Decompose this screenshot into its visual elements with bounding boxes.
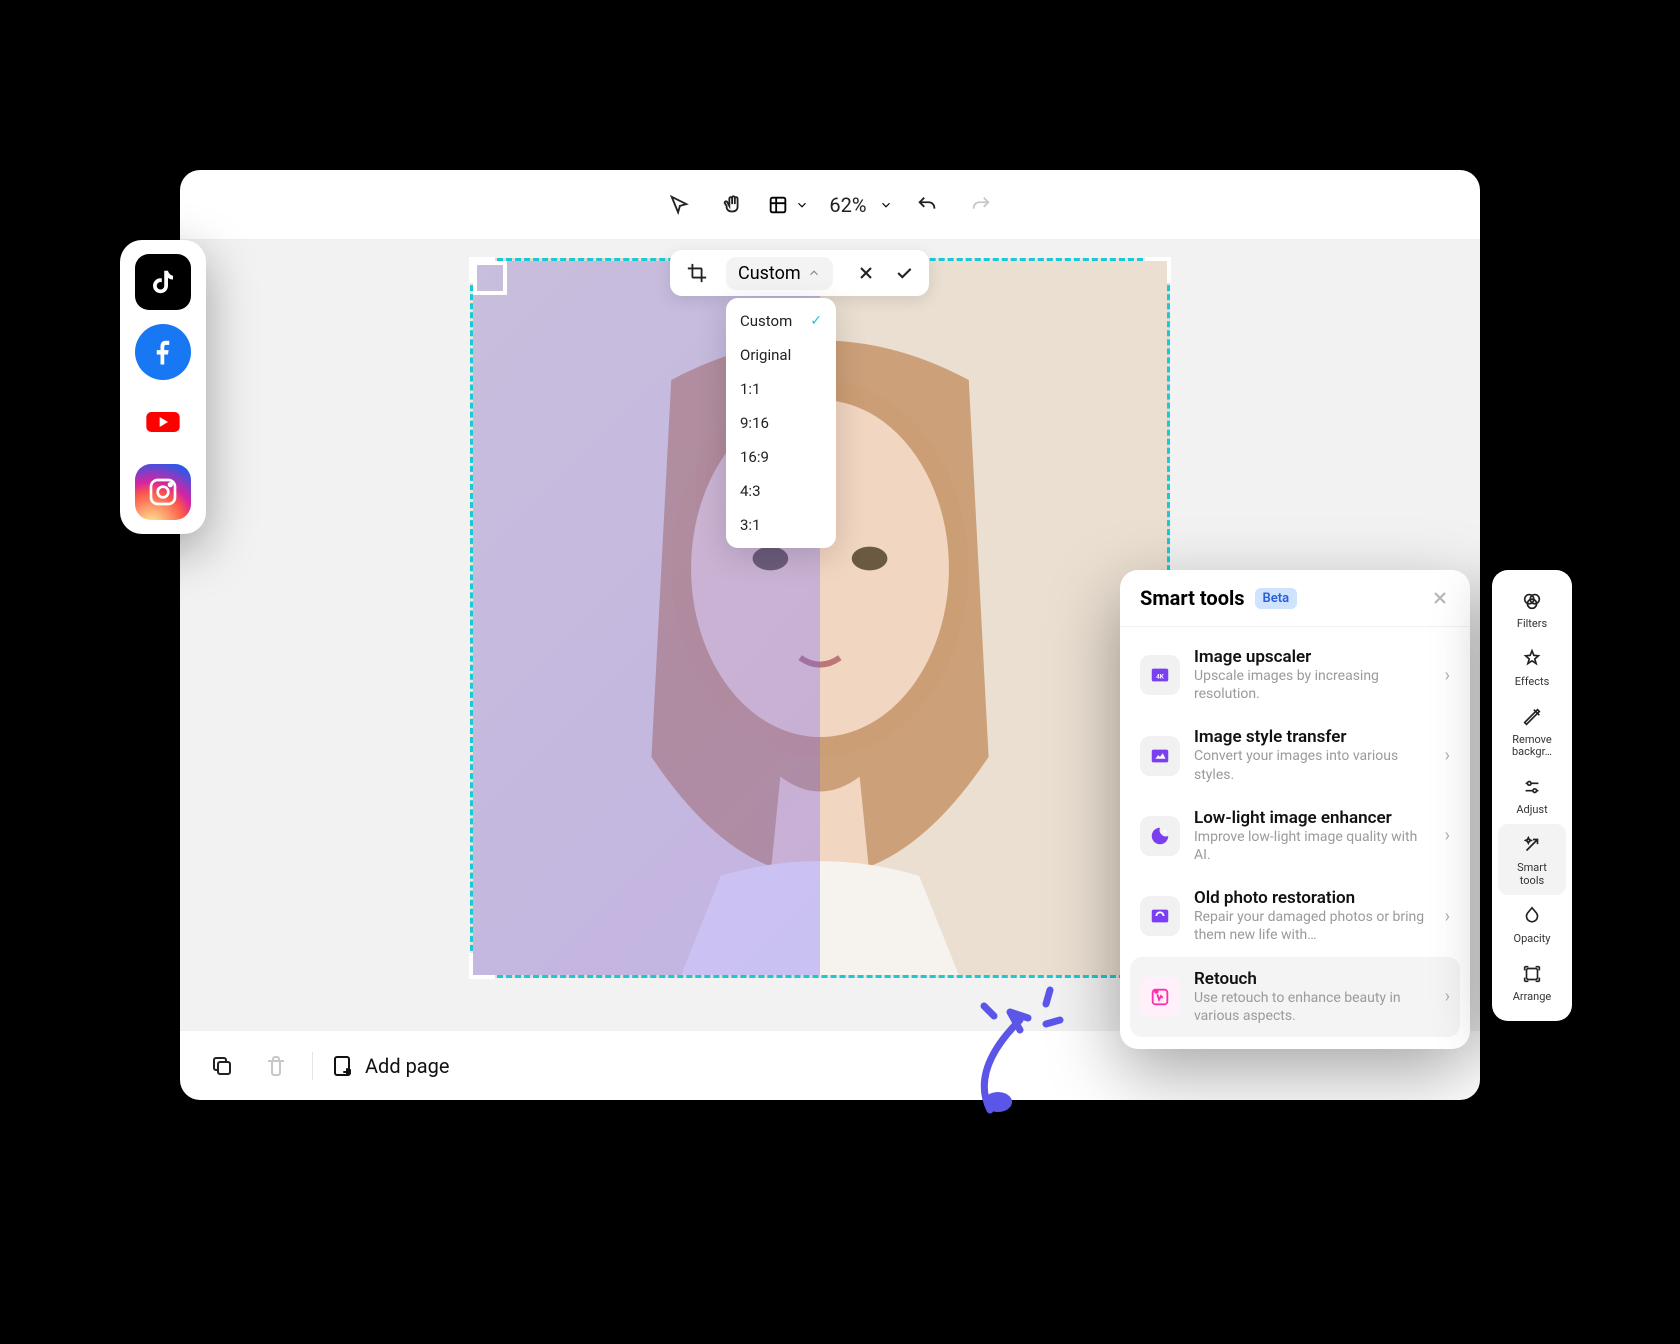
social-facebook[interactable] bbox=[135, 324, 191, 380]
aspect-option-4-3[interactable]: 4:3 bbox=[726, 474, 836, 508]
duplicate-button[interactable] bbox=[204, 1048, 240, 1084]
hand-tool[interactable] bbox=[713, 185, 753, 225]
smart-item-upscaler[interactable]: 4K Image upscalerUpscale images by incre… bbox=[1130, 635, 1460, 715]
retouch-icon bbox=[1140, 977, 1180, 1017]
aspect-dropdown[interactable]: Custom bbox=[726, 257, 833, 290]
chevron-right-icon: › bbox=[1445, 906, 1450, 927]
aspect-option-1-1[interactable]: 1:1 bbox=[726, 372, 836, 406]
rail-arrange[interactable]: Arrange bbox=[1492, 953, 1572, 1011]
chevron-right-icon: › bbox=[1445, 665, 1450, 686]
redo-button[interactable] bbox=[961, 185, 1001, 225]
crop-icon bbox=[680, 256, 714, 290]
smart-item-low-light[interactable]: Low-light image enhancerImprove low-ligh… bbox=[1130, 796, 1460, 876]
opacity-icon bbox=[1519, 903, 1545, 929]
chevron-down-icon bbox=[879, 198, 893, 212]
social-tiktok[interactable] bbox=[135, 254, 191, 310]
top-toolbar: 62% bbox=[180, 170, 1480, 240]
chevron-right-icon: › bbox=[1445, 745, 1450, 766]
adjust-icon bbox=[1519, 774, 1545, 800]
smart-tools-panel: Smart tools Beta 4K Image upscalerUpscal… bbox=[1120, 570, 1470, 1049]
crop-confirm[interactable] bbox=[889, 258, 919, 288]
chevron-right-icon: › bbox=[1445, 986, 1450, 1007]
svg-text:4K: 4K bbox=[1156, 673, 1165, 681]
layout-tool-group[interactable] bbox=[767, 194, 809, 216]
delete-button[interactable] bbox=[258, 1048, 294, 1084]
smart-item-retouch[interactable]: RetouchUse retouch to enhance beauty in … bbox=[1130, 957, 1460, 1037]
low-light-icon bbox=[1140, 816, 1180, 856]
social-strip bbox=[120, 240, 206, 534]
right-rail: Filters Effects Remove backgr… Adjust Sm… bbox=[1492, 570, 1572, 1021]
aspect-option-16-9[interactable]: 16:9 bbox=[726, 440, 836, 474]
rail-opacity[interactable]: Opacity bbox=[1492, 895, 1572, 953]
chevron-right-icon: › bbox=[1445, 825, 1450, 846]
smart-item-restoration[interactable]: Old photo restorationRepair your damaged… bbox=[1130, 876, 1460, 956]
rail-filters[interactable]: Filters bbox=[1492, 580, 1572, 638]
filters-icon bbox=[1519, 588, 1545, 614]
close-button[interactable] bbox=[1430, 588, 1450, 608]
add-page-label: Add page bbox=[365, 1054, 450, 1078]
aspect-menu: Custom✓ Original 1:1 9:16 16:9 4:3 3:1 bbox=[726, 298, 836, 548]
aspect-option-9-16[interactable]: 9:16 bbox=[726, 406, 836, 440]
chevron-down-icon bbox=[795, 198, 809, 212]
check-icon: ✓ bbox=[810, 313, 822, 329]
aspect-option-custom[interactable]: Custom✓ bbox=[726, 304, 836, 338]
style-transfer-icon bbox=[1140, 736, 1180, 776]
rail-remove-bg[interactable]: Remove backgr… bbox=[1492, 696, 1572, 766]
rail-adjust[interactable]: Adjust bbox=[1492, 766, 1572, 824]
restoration-icon bbox=[1140, 896, 1180, 936]
smart-header: Smart tools Beta bbox=[1120, 570, 1470, 627]
effects-icon bbox=[1519, 646, 1545, 672]
add-page-button[interactable]: Add page bbox=[331, 1054, 450, 1078]
beta-badge: Beta bbox=[1255, 588, 1298, 609]
rail-smart-tools[interactable]: Smart tools bbox=[1498, 824, 1566, 894]
social-youtube[interactable] bbox=[135, 394, 191, 450]
aspect-option-original[interactable]: Original bbox=[726, 338, 836, 372]
smart-list: 4K Image upscalerUpscale images by incre… bbox=[1120, 627, 1470, 1049]
smart-title-text: Smart tools bbox=[1140, 586, 1245, 610]
smart-tools-icon bbox=[1519, 832, 1545, 858]
pointer-tool[interactable] bbox=[659, 185, 699, 225]
undo-button[interactable] bbox=[907, 185, 947, 225]
rail-effects[interactable]: Effects bbox=[1492, 638, 1572, 696]
aspect-selected: Custom bbox=[738, 263, 801, 284]
social-instagram[interactable] bbox=[135, 464, 191, 520]
crop-toolbar: Custom bbox=[670, 250, 929, 296]
aspect-option-3-1[interactable]: 3:1 bbox=[726, 508, 836, 542]
crop-cancel[interactable] bbox=[851, 258, 881, 288]
zoom-group[interactable]: 62% bbox=[823, 193, 892, 217]
zoom-value: 62% bbox=[823, 193, 872, 217]
chevron-up-icon bbox=[807, 266, 821, 280]
arrange-icon bbox=[1519, 961, 1545, 987]
remove-bg-icon bbox=[1519, 704, 1545, 730]
smart-item-style-transfer[interactable]: Image style transferConvert your images … bbox=[1130, 715, 1460, 795]
upscaler-icon: 4K bbox=[1140, 655, 1180, 695]
